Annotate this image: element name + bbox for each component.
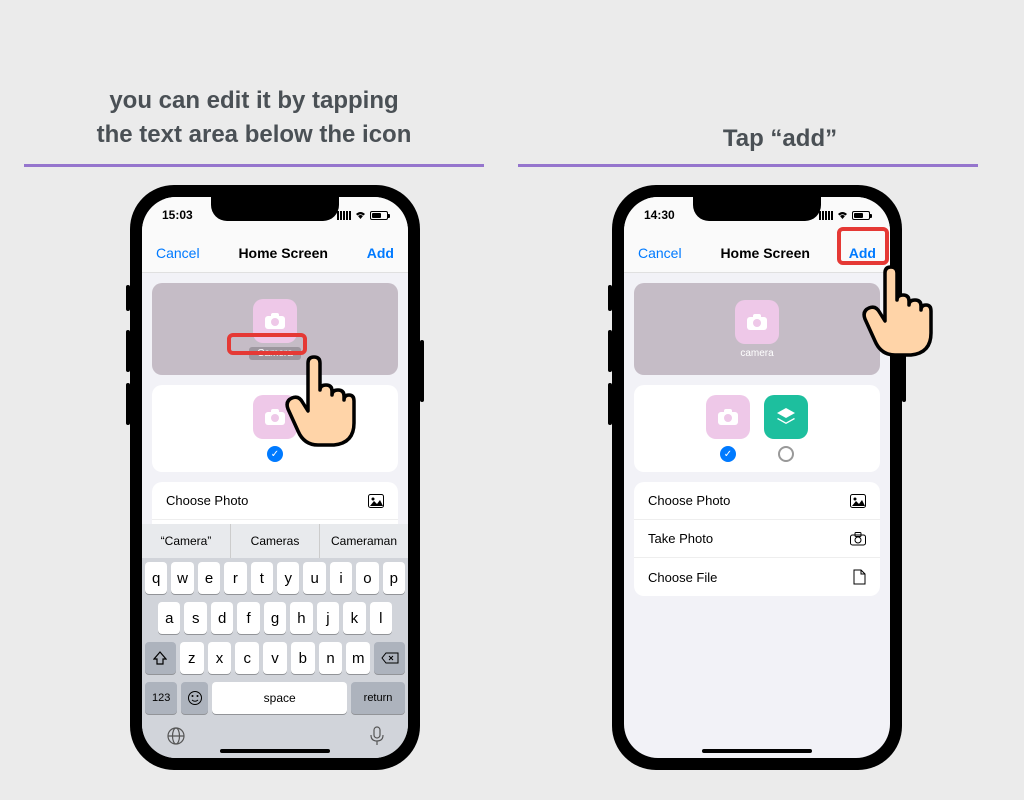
icon-options xyxy=(634,385,880,472)
cancel-button[interactable]: Cancel xyxy=(638,245,682,261)
wifi-icon xyxy=(354,210,367,220)
radio-unselected[interactable] xyxy=(778,446,794,462)
keyboard: “Camera” Cameras Cameraman qwertyuiop as… xyxy=(142,524,408,758)
key-c[interactable]: c xyxy=(235,642,259,674)
suggestion-3[interactable]: Cameraman xyxy=(320,524,408,558)
photo-icon xyxy=(368,494,384,508)
key-d[interactable]: d xyxy=(211,602,233,634)
key-w[interactable]: w xyxy=(171,562,193,594)
caption-left: you can edit it by tapping the text area… xyxy=(24,84,484,151)
preview-card: Camera xyxy=(152,283,398,375)
caption-right: Tap “add” xyxy=(590,122,970,156)
icon-options xyxy=(152,385,398,472)
battery-icon xyxy=(852,211,870,220)
choose-photo-row[interactable]: Choose Photo xyxy=(152,482,398,520)
key-q[interactable]: q xyxy=(145,562,167,594)
home-indicator[interactable] xyxy=(220,749,330,753)
hand-pointer-right xyxy=(855,265,935,360)
add-button[interactable]: Add xyxy=(367,245,394,261)
choose-photo-row[interactable]: Choose Photo xyxy=(634,482,880,520)
key-h[interactable]: h xyxy=(290,602,312,634)
nav-title: Home Screen xyxy=(238,245,327,261)
camera-icon xyxy=(264,312,286,330)
radio-selected[interactable] xyxy=(720,446,736,462)
hand-pointer-left xyxy=(278,355,358,450)
key-u[interactable]: u xyxy=(303,562,325,594)
navbar: Cancel Home Screen Add xyxy=(142,233,408,273)
key-o[interactable]: o xyxy=(356,562,378,594)
key-s[interactable]: s xyxy=(184,602,206,634)
take-photo-row[interactable]: Take Photo xyxy=(634,520,880,558)
globe-icon[interactable] xyxy=(166,726,186,751)
signal-icon xyxy=(819,211,833,220)
status-time: 14:30 xyxy=(644,208,675,222)
layers-icon xyxy=(775,406,797,428)
key-y[interactable]: y xyxy=(277,562,299,594)
icon-option-2[interactable] xyxy=(764,395,808,439)
camera-icon xyxy=(850,532,866,546)
key-z[interactable]: z xyxy=(180,642,204,674)
key-v[interactable]: v xyxy=(263,642,287,674)
preview-app-icon xyxy=(735,300,779,344)
signal-icon xyxy=(337,211,351,220)
options-list: Choose Photo Take Photo Choose File xyxy=(634,482,880,596)
wifi-icon xyxy=(836,210,849,220)
underline-right xyxy=(518,164,978,167)
icon-option-1[interactable] xyxy=(706,395,750,439)
key-i[interactable]: i xyxy=(330,562,352,594)
key-m[interactable]: m xyxy=(346,642,370,674)
preview-card: camera xyxy=(634,283,880,375)
key-return[interactable]: return xyxy=(351,682,405,714)
file-icon xyxy=(853,569,866,585)
key-p[interactable]: p xyxy=(383,562,405,594)
key-l[interactable]: l xyxy=(370,602,392,634)
key-b[interactable]: b xyxy=(291,642,315,674)
status-time: 15:03 xyxy=(162,208,193,222)
key-j[interactable]: j xyxy=(317,602,339,634)
key-a[interactable]: a xyxy=(158,602,180,634)
home-indicator[interactable] xyxy=(702,749,812,753)
highlight-add xyxy=(837,227,889,265)
camera-icon xyxy=(746,313,768,331)
mic-icon[interactable] xyxy=(370,726,384,751)
key-x[interactable]: x xyxy=(208,642,232,674)
camera-icon xyxy=(717,408,739,426)
phone-left: 15:03 Cancel Home Screen Add Camera Choo… xyxy=(130,185,420,770)
key-shift[interactable] xyxy=(145,642,176,674)
key-emoji[interactable] xyxy=(181,682,208,714)
key-f[interactable]: f xyxy=(237,602,259,634)
photo-icon xyxy=(850,494,866,508)
emoji-icon xyxy=(187,690,203,706)
underline-left xyxy=(24,164,484,167)
backspace-icon xyxy=(381,652,399,664)
key-k[interactable]: k xyxy=(343,602,365,634)
battery-icon xyxy=(370,211,388,220)
key-e[interactable]: e xyxy=(198,562,220,594)
preview-label[interactable]: camera xyxy=(740,348,773,359)
key-space[interactable]: space xyxy=(212,682,347,714)
shift-icon xyxy=(153,651,167,665)
suggestion-1[interactable]: “Camera” xyxy=(142,524,231,558)
nav-title: Home Screen xyxy=(720,245,809,261)
key-t[interactable]: t xyxy=(251,562,273,594)
key-123[interactable]: 123 xyxy=(145,682,177,714)
key-r[interactable]: r xyxy=(224,562,246,594)
key-g[interactable]: g xyxy=(264,602,286,634)
key-n[interactable]: n xyxy=(319,642,343,674)
highlight-label xyxy=(227,333,307,355)
suggestion-2[interactable]: Cameras xyxy=(231,524,320,558)
choose-file-row[interactable]: Choose File xyxy=(634,558,880,596)
key-backspace[interactable] xyxy=(374,642,405,674)
cancel-button[interactable]: Cancel xyxy=(156,245,200,261)
